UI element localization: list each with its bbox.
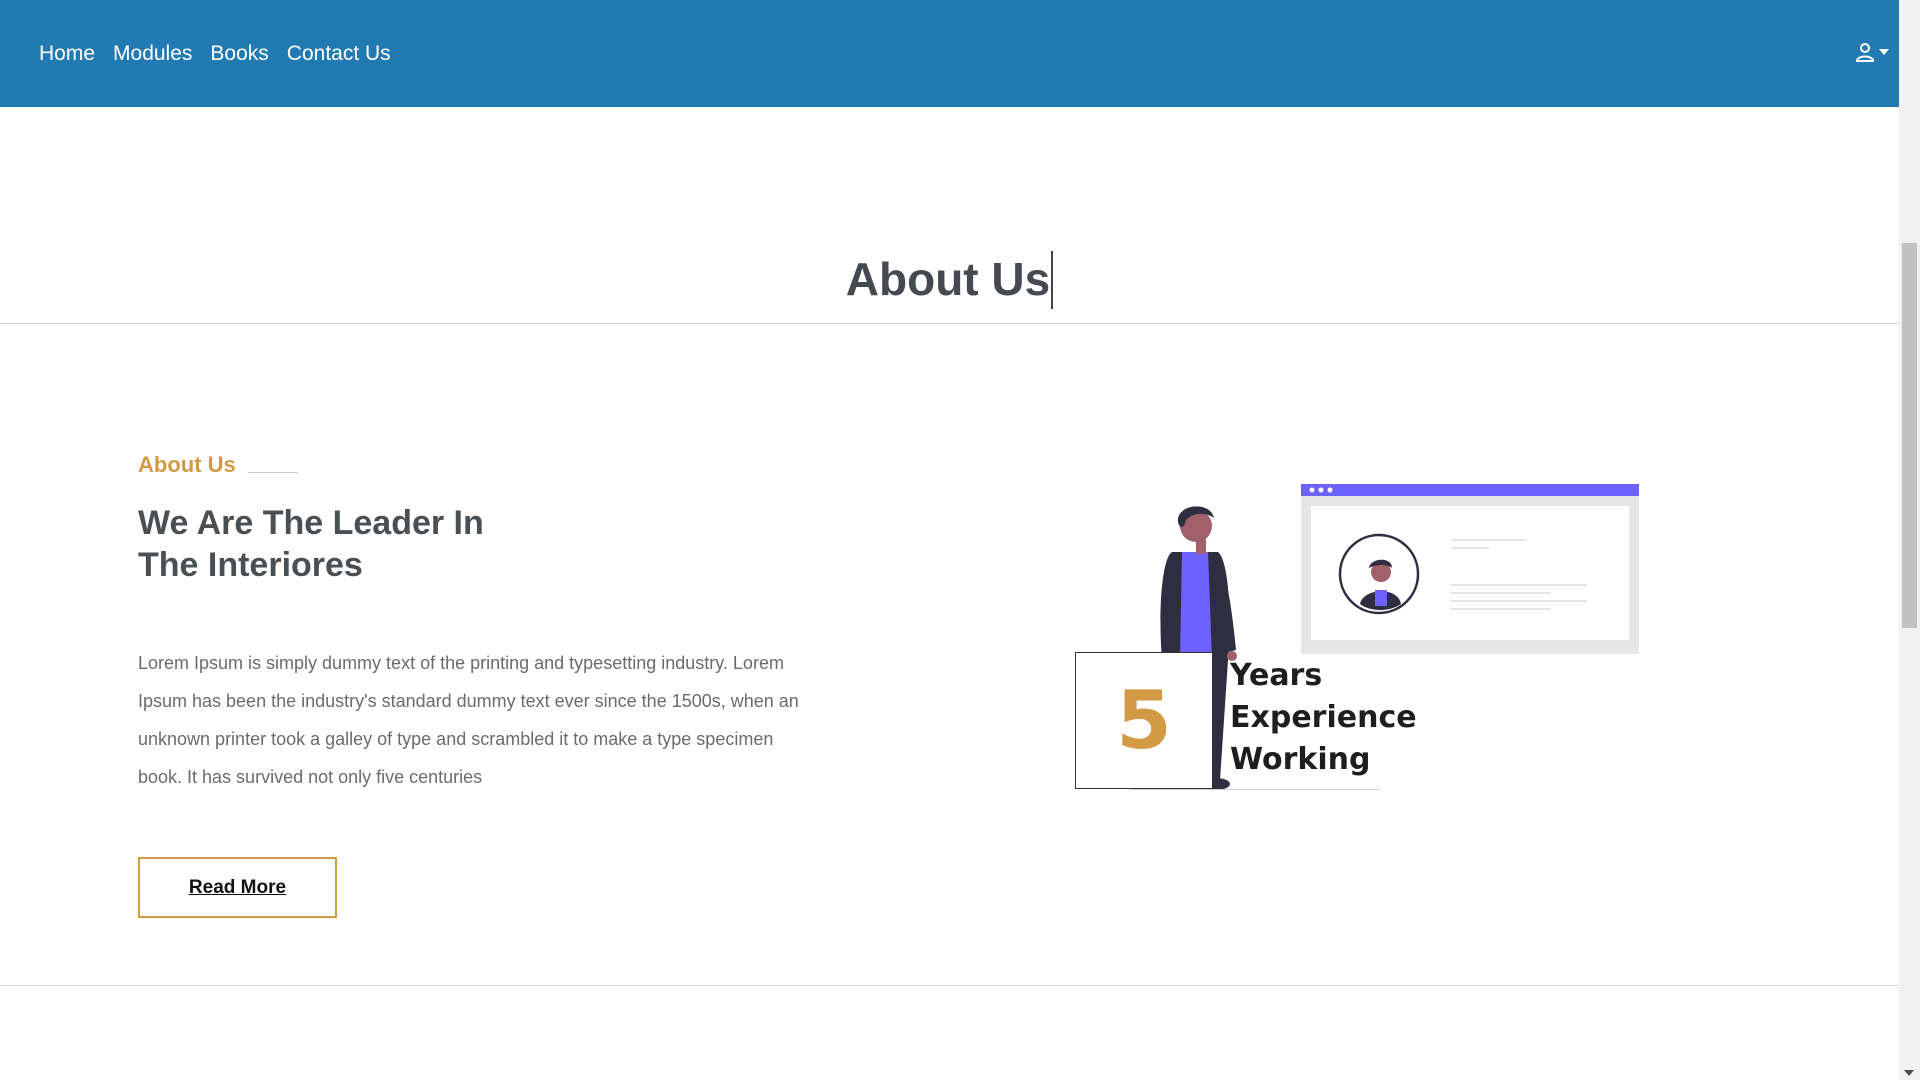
- experience-line-2: Experience: [1230, 700, 1417, 735]
- read-more-button[interactable]: Read More: [138, 857, 337, 918]
- experience-text: Years Experience Working: [1230, 655, 1417, 781]
- page-title-text: About Us: [845, 253, 1051, 305]
- top-navbar: Home Modules Books Contact Us: [0, 0, 1899, 107]
- experience-line-1: Years: [1230, 658, 1323, 693]
- page-title: About Us: [0, 250, 1899, 309]
- eyebrow-line: [247, 471, 298, 473]
- caret-down-icon: [1879, 49, 1889, 55]
- eyebrow-label: About Us: [138, 452, 236, 477]
- section-headline: We Are The Leader In The Interiores: [138, 502, 558, 586]
- page-scrollbar[interactable]: [1899, 0, 1920, 1080]
- experience-line-3: Working: [1230, 742, 1371, 777]
- nav-links: Home Modules Books Contact Us: [39, 42, 391, 66]
- divider-top: [0, 323, 1899, 324]
- scrollbar-thumb[interactable]: [1902, 243, 1917, 628]
- user-menu-toggle[interactable]: [1855, 42, 1889, 62]
- nav-link-modules[interactable]: Modules: [113, 42, 192, 66]
- text-cursor: [1051, 250, 1054, 309]
- divider-bottom: [0, 985, 1899, 986]
- browser-card-header: [1301, 484, 1639, 496]
- section-body-text: Lorem Ipsum is simply dummy text of the …: [138, 653, 799, 787]
- experience-number: 5: [1116, 674, 1172, 767]
- headline-line-2: The Interiores: [138, 546, 363, 584]
- headline-line-1: We Are The Leader In: [138, 504, 484, 542]
- user-icon: [1855, 43, 1875, 62]
- nav-link-home[interactable]: Home: [39, 42, 95, 66]
- nav-link-books[interactable]: Books: [210, 42, 268, 66]
- section-eyebrow: About Us: [138, 452, 298, 478]
- nav-link-contact-us[interactable]: Contact Us: [287, 42, 391, 66]
- scroll-down-arrow-icon[interactable]: [1904, 1070, 1914, 1076]
- experience-number-box: 5: [1075, 652, 1213, 789]
